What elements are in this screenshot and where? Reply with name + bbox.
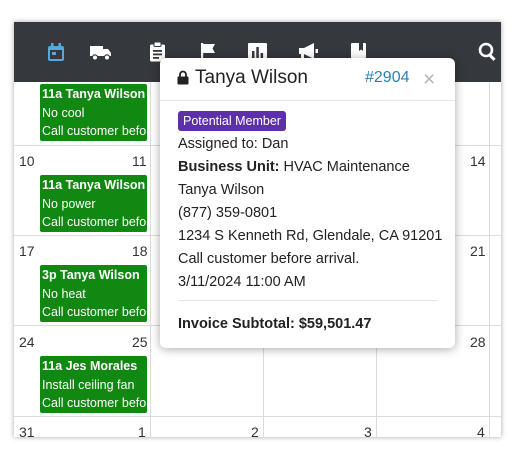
lock-icon bbox=[177, 70, 189, 90]
close-icon[interactable]: × bbox=[423, 69, 435, 90]
job-id-link[interactable]: #2904 bbox=[365, 69, 410, 87]
popover-body: Potential Member Assigned to: Dan Busine… bbox=[178, 111, 443, 294]
event-title: 11a Jes Morales bbox=[42, 359, 138, 373]
calendar-icon[interactable] bbox=[45, 42, 67, 62]
week-divider bbox=[14, 416, 501, 417]
business-unit-label: Business Unit: bbox=[178, 159, 280, 175]
event-note: Call customer before arrival. bbox=[42, 396, 147, 410]
day-divider bbox=[489, 82, 490, 437]
business-unit-value: HVAC Maintenance bbox=[283, 159, 410, 175]
day-number[interactable]: 25 bbox=[132, 334, 148, 350]
customer-name: Tanya Wilson bbox=[178, 182, 265, 198]
day-number[interactable]: 3 bbox=[364, 424, 372, 437]
day-number[interactable]: 31 bbox=[19, 424, 35, 437]
event-title: 3p Tanya Wilson bbox=[42, 268, 140, 282]
event-title: 11a Tanya Wilson bbox=[42, 178, 146, 192]
day-number[interactable]: 17 bbox=[19, 243, 35, 259]
event-summary: No cool bbox=[42, 105, 85, 120]
event-summary: No power bbox=[42, 196, 96, 211]
invoice-subtotal: Invoice Subtotal: $59,501.47 bbox=[178, 316, 371, 332]
popover-title: Tanya Wilson bbox=[195, 67, 308, 88]
business-unit: Business Unit: HVAC Maintenance bbox=[178, 156, 440, 179]
event-note: Call customer before arrival. bbox=[42, 124, 147, 138]
customer-phone: (877) 359-0801 bbox=[178, 205, 278, 221]
day-number[interactable]: 1 bbox=[138, 424, 146, 437]
event-title: 11a Tanya Wilson bbox=[42, 87, 146, 101]
day-divider bbox=[150, 82, 151, 437]
day-number[interactable]: 18 bbox=[132, 243, 148, 259]
event-summary: Install ceiling fan bbox=[42, 377, 135, 392]
appointment-datetime: 3/11/2024 11:00 AM bbox=[178, 274, 306, 290]
calendar-event[interactable]: 3p Tanya Wilson No heat Call customer be… bbox=[40, 265, 147, 322]
day-number[interactable]: 24 bbox=[19, 334, 35, 350]
day-number[interactable]: 28 bbox=[470, 334, 486, 350]
search-icon[interactable] bbox=[477, 42, 499, 62]
day-number[interactable]: 21 bbox=[470, 243, 486, 259]
divider bbox=[178, 300, 438, 301]
calendar-event[interactable]: 11a Tanya Wilson No power Call customer … bbox=[40, 175, 147, 232]
day-number[interactable]: 4 bbox=[477, 424, 485, 437]
event-note: Call customer before arrival. bbox=[42, 215, 147, 229]
day-number[interactable]: 2 bbox=[251, 424, 259, 437]
event-summary: No heat bbox=[42, 286, 86, 301]
day-number[interactable]: 10 bbox=[19, 153, 35, 169]
customer-address: 1234 S Kenneth Rd, Glendale, CA 91201 bbox=[178, 228, 443, 244]
day-number[interactable]: 14 bbox=[470, 153, 486, 169]
job-note: Call customer before arrival. bbox=[178, 251, 360, 267]
truck-icon[interactable] bbox=[90, 42, 112, 62]
job-details-popover: Tanya Wilson #2904 × Potential Member As… bbox=[160, 58, 455, 348]
subtotal-label: Invoice Subtotal: bbox=[178, 316, 295, 332]
assigned-to: Assigned to: Dan bbox=[178, 136, 289, 152]
event-note: Call customer before arrival. bbox=[42, 305, 147, 319]
calendar-event[interactable]: 11a Tanya Wilson No cool Call customer b… bbox=[40, 84, 147, 141]
popover-header: Tanya Wilson #2904 × bbox=[160, 58, 455, 101]
calendar-event[interactable]: 11a Jes Morales Install ceiling fan Call… bbox=[40, 356, 147, 413]
subtotal-value: $59,501.47 bbox=[298, 316, 372, 332]
day-number[interactable]: 11 bbox=[132, 153, 147, 169]
status-badge: Potential Member bbox=[178, 111, 286, 131]
